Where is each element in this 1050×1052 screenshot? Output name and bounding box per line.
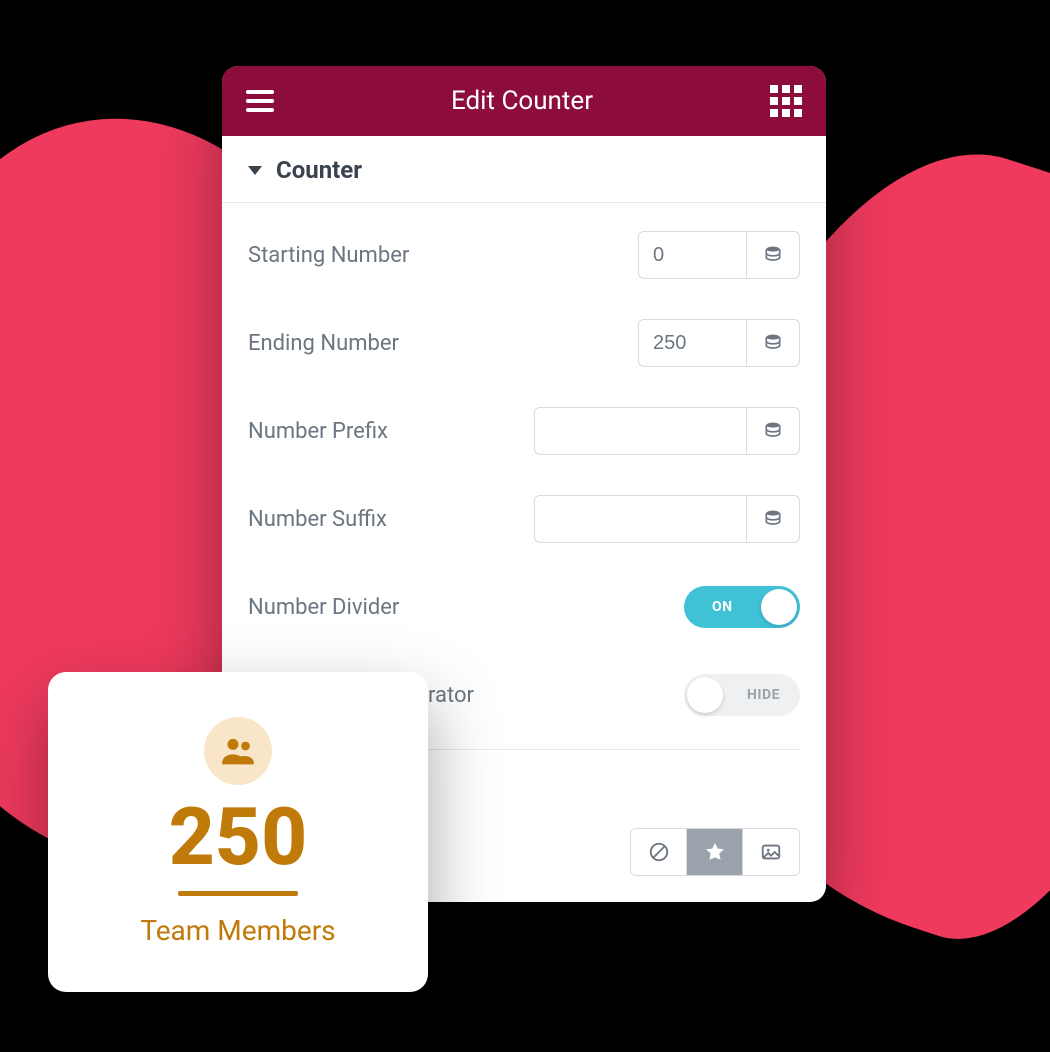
dynamic-tag-button[interactable] — [746, 495, 800, 543]
menu-icon[interactable] — [246, 90, 274, 112]
label-ending-number: Ending Number — [248, 331, 638, 356]
section-header[interactable]: Counter — [222, 136, 826, 203]
label-number-suffix: Number Suffix — [248, 507, 534, 532]
controls-area: Starting Number Ending Number — [222, 203, 826, 739]
label-starting-number: Starting Number — [248, 243, 638, 268]
team-icon — [218, 731, 258, 771]
row-number-suffix: Number Suffix — [248, 475, 800, 563]
counter-label: Team Members — [140, 914, 335, 947]
input-number-prefix[interactable] — [534, 407, 746, 455]
section-title: Counter — [276, 156, 362, 184]
toggle-number-divider[interactable]: ON — [684, 586, 800, 628]
ban-icon — [648, 841, 670, 863]
counter-preview-card: 250 Team Members — [48, 672, 428, 992]
image-icon — [760, 841, 782, 863]
input-number-suffix[interactable] — [534, 495, 746, 543]
view-mode-segment — [630, 828, 800, 876]
dynamic-tag-button[interactable] — [746, 231, 800, 279]
view-none-button[interactable] — [631, 829, 687, 875]
input-ending-number[interactable] — [638, 319, 746, 367]
row-ending-number: Ending Number — [248, 299, 800, 387]
row-starting-number: Starting Number — [248, 211, 800, 299]
apps-grid-icon[interactable] — [770, 85, 802, 117]
toggle-state-text: ON — [712, 599, 733, 615]
caret-down-icon — [248, 166, 262, 175]
database-icon — [763, 333, 783, 353]
panel-title: Edit Counter — [451, 86, 593, 116]
star-icon — [704, 841, 726, 863]
toggle-knob — [687, 677, 723, 713]
view-image-button[interactable] — [743, 829, 799, 875]
label-number-prefix: Number Prefix — [248, 419, 534, 444]
view-star-button[interactable] — [687, 829, 743, 875]
toggle-separator[interactable]: HIDE — [684, 674, 800, 716]
counter-icon-circle — [204, 717, 272, 785]
panel-header: Edit Counter — [222, 66, 826, 136]
toggle-knob — [761, 589, 797, 625]
database-icon — [763, 421, 783, 441]
row-number-prefix: Number Prefix — [248, 387, 800, 475]
input-starting-number[interactable] — [638, 231, 746, 279]
label-number-divider: Number Divider — [248, 595, 684, 620]
counter-value: 250 — [169, 797, 307, 877]
toggle-state-text: HIDE — [747, 687, 780, 703]
row-number-divider: Number Divider ON — [248, 563, 800, 651]
database-icon — [763, 509, 783, 529]
dynamic-tag-button[interactable] — [746, 407, 800, 455]
counter-divider-line — [178, 891, 298, 896]
dynamic-tag-button[interactable] — [746, 319, 800, 367]
database-icon — [763, 245, 783, 265]
